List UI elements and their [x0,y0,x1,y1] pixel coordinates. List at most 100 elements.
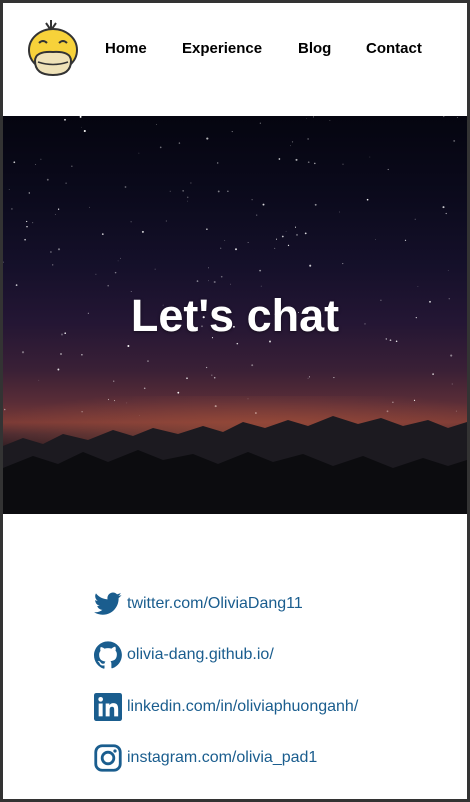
star [28,192,30,194]
nav-home-link[interactable]: Home [105,40,147,57]
star [54,214,56,215]
star [234,248,238,251]
star [117,260,119,262]
star [196,280,199,282]
github-icon [93,640,123,670]
nav-blog-link[interactable]: Blog [298,40,331,57]
twitter-link[interactable]: twitter.com/OliviaDang11 [93,589,303,619]
star [231,131,233,133]
star [369,156,371,158]
star [46,178,49,181]
github-link-text[interactable]: olivia-dang.github.io/ [127,646,274,664]
star [79,116,82,118]
star [26,220,28,223]
nav-experience-link[interactable]: Experience [182,40,262,57]
star [178,142,181,144]
star [40,158,42,160]
star [260,285,262,287]
star [127,345,130,347]
star [217,162,219,164]
star [57,248,61,251]
star [71,165,73,167]
star [190,182,192,184]
star [147,360,149,362]
star [251,364,254,367]
star [251,199,253,201]
star [432,373,434,375]
twitter-icon [93,589,123,619]
star [247,242,249,243]
nav-contact-link[interactable]: Contact [366,40,422,57]
star [57,208,60,210]
star [101,233,104,235]
star [64,118,66,121]
star [287,244,290,247]
star [169,190,171,192]
star [208,267,209,269]
star [342,263,344,265]
star [15,284,18,286]
star [256,214,258,216]
star [57,368,60,371]
star [205,366,208,369]
star [259,269,262,272]
star [35,164,37,165]
star [442,206,445,209]
star [113,380,115,382]
star [3,261,4,263]
page-frame: Home Experience Blog Contact Let's chat [3,3,467,799]
github-link[interactable]: olivia-dang.github.io/ [93,640,274,670]
star [447,269,449,271]
star [124,186,127,188]
star [414,218,416,220]
star [143,387,146,390]
star [83,129,86,133]
star [333,377,335,379]
star [187,200,188,202]
star [80,126,82,128]
star [38,379,40,381]
star [211,374,213,376]
star [285,230,287,232]
star [114,271,117,274]
linkedin-link[interactable]: linkedin.com/in/oliviaphuonganh/ [93,692,358,722]
star [451,383,453,385]
psyduck-logo-icon[interactable] [27,17,79,79]
star [236,342,239,345]
star [107,284,109,287]
star [59,352,63,356]
twitter-link-text[interactable]: twitter.com/OliviaDang11 [127,595,303,613]
star [11,208,13,210]
star [227,190,229,192]
star [138,152,140,154]
star [95,273,97,275]
star [375,239,376,240]
hero-banner: Let's chat [3,116,467,514]
star [156,123,157,125]
star [230,283,231,285]
star [32,222,34,224]
star [130,221,132,223]
star [206,228,208,230]
star [291,141,294,143]
instagram-link-text[interactable]: instagram.com/olivia_pad1 [127,749,317,767]
star [213,376,216,379]
star [278,158,281,160]
instagram-icon [93,743,123,773]
star [24,238,26,241]
star [206,137,209,140]
star [274,247,276,249]
instagram-link[interactable]: instagram.com/olivia_pad1 [93,743,317,773]
star [165,220,167,222]
star [450,354,453,357]
star [445,212,447,215]
star [13,161,16,164]
hero-title: Let's chat [130,290,340,341]
star [366,198,369,201]
star [417,286,419,287]
linkedin-link-text[interactable]: linkedin.com/in/oliviaphuonganh/ [127,698,358,716]
star [342,163,344,165]
star [81,354,83,356]
star [8,189,10,190]
star [281,235,284,238]
